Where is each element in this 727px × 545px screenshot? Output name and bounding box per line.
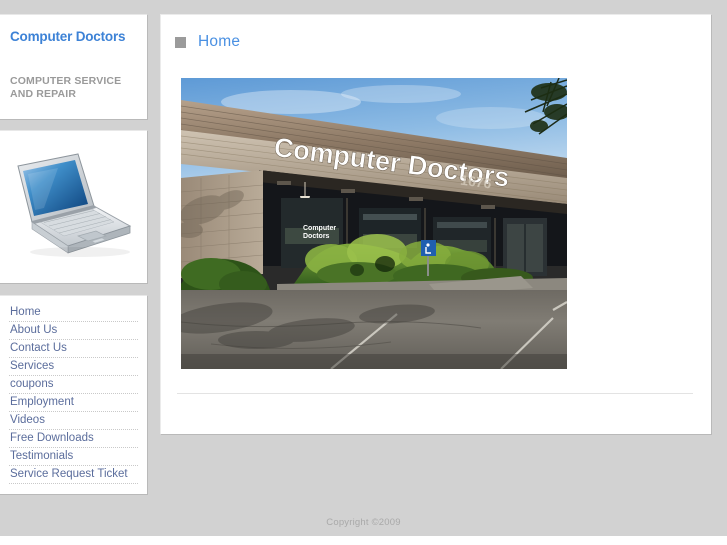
- nav-item-videos[interactable]: Videos: [9, 412, 138, 430]
- nav-item-testimonials[interactable]: Testimonials: [9, 448, 138, 466]
- laptop-computer-image: [16, 153, 131, 257]
- square-bullet-icon: [175, 36, 186, 48]
- nav-item-service-request-ticket[interactable]: Service Request Ticket: [9, 466, 138, 484]
- door-decal-line1: Computer: [303, 225, 336, 232]
- content-panel: Home Computer Doctors 1676 Computer Doct…: [160, 14, 712, 435]
- content-divider: [177, 393, 693, 394]
- page-heading: Home: [161, 15, 711, 51]
- storefront-photo: Computer Doctors 1676 Computer Doctors: [181, 78, 567, 369]
- brand-tagline: COMPUTER SERVICE AND REPAIR: [10, 75, 122, 100]
- nav-item-contact-us[interactable]: Contact Us: [9, 340, 138, 358]
- sidebar: Computer Doctors COMPUTER SERVICE AND RE…: [0, 14, 148, 495]
- page-root: Computer Doctors COMPUTER SERVICE AND RE…: [0, 0, 727, 545]
- nav-item-services[interactable]: Services: [9, 358, 138, 376]
- copyright-text: Copyright ©2009: [326, 517, 401, 528]
- page-footer: Copyright ©2009: [0, 512, 727, 530]
- brand-title: Computer Doctors: [10, 29, 126, 44]
- logo-panel: [0, 130, 148, 284]
- main-navigation: Home About Us Contact Us Services coupon…: [0, 295, 148, 495]
- nav-item-employment[interactable]: Employment: [9, 394, 138, 412]
- nav-item-coupons[interactable]: coupons: [9, 376, 138, 394]
- nav-item-free-downloads[interactable]: Free Downloads: [9, 430, 138, 448]
- door-decal-line2: Doctors: [303, 233, 330, 240]
- page-title: Home: [198, 33, 241, 50]
- brand-panel: Computer Doctors COMPUTER SERVICE AND RE…: [0, 14, 148, 120]
- nav-item-about-us[interactable]: About Us: [9, 322, 138, 340]
- nav-item-home[interactable]: Home: [9, 304, 138, 322]
